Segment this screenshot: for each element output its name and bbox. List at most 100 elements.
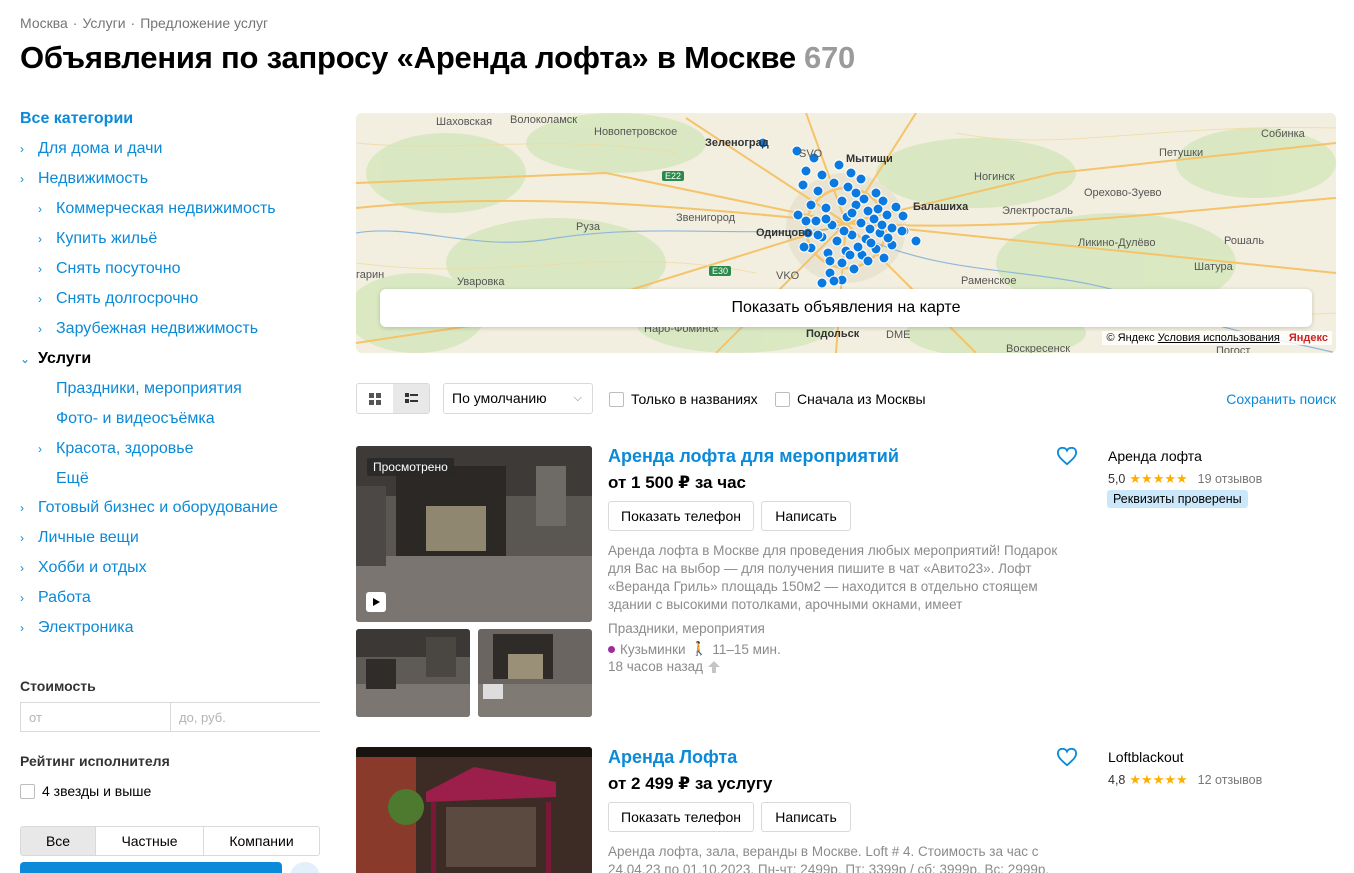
price-filter-label: Стоимость xyxy=(20,678,96,694)
write-button[interactable]: Написать xyxy=(761,802,851,832)
chevron-down-icon: ⌵ xyxy=(573,392,582,404)
grid-icon xyxy=(369,392,381,405)
breadcrumb-moscow[interactable]: Москва xyxy=(20,15,68,31)
favorite-heart-icon[interactable] xyxy=(1056,747,1078,772)
walk-icon: 🚶 xyxy=(690,641,708,656)
listing-title[interactable]: Аренда Лофта xyxy=(608,747,737,768)
breadcrumb-offers[interactable]: Предложение услуг xyxy=(140,15,268,31)
chevron-right-icon: › xyxy=(38,262,42,276)
sort-select[interactable]: По умолчанию ⌵ xyxy=(443,383,593,414)
seller-type-companies[interactable]: Компании xyxy=(204,827,319,855)
map-label: Звенигород xyxy=(676,212,736,224)
map-label: Одинцово xyxy=(756,227,812,239)
sidebar-item-electronics[interactable]: › Электроника xyxy=(20,619,134,637)
seller-type-switch: Все Частные Компании xyxy=(20,826,320,856)
map-label: Рошаль xyxy=(1224,235,1265,247)
seller-type-all[interactable]: Все xyxy=(21,827,96,855)
sidebar-item-buy[interactable]: › Купить жильё xyxy=(38,230,157,248)
map-label: Руза xyxy=(576,221,600,233)
sidebar-item-abroad[interactable]: › Зарубежная недвижимость xyxy=(38,320,258,338)
sidebar-all-categories[interactable]: Все категории xyxy=(20,110,133,128)
listing-description: Аренда лофта в Москве для проведения люб… xyxy=(608,543,1058,612)
listing-price: от 2 499 ₽ за услугу xyxy=(608,774,773,793)
listing-title[interactable]: Аренда лофта для мероприятий xyxy=(608,446,899,467)
seller-name[interactable]: Loftblackout xyxy=(1108,749,1184,765)
chevron-right-icon: › xyxy=(20,591,24,605)
chevron-right-icon: › xyxy=(20,561,24,575)
map-label: DME xyxy=(886,329,911,341)
breadcrumb: Москва · Услуги · Предложение услуг xyxy=(20,15,268,31)
seller-type-private[interactable]: Частные xyxy=(96,827,204,855)
rating-4-plus-checkbox[interactable]: 4 звезды и выше xyxy=(20,783,151,799)
sidebar-item-beauty[interactable]: › Красота, здоровье xyxy=(38,440,194,458)
map-label: Шатура xyxy=(1194,261,1233,273)
listing-photo[interactable]: Просмотрено xyxy=(356,446,592,622)
save-search-link[interactable]: Сохранить поиск xyxy=(1226,391,1336,407)
listing-photo-image xyxy=(356,747,592,873)
moscow-first-checkbox[interactable]: Сначала из Москвы xyxy=(775,391,926,407)
sidebar-item-daily[interactable]: › Снять посуточно xyxy=(38,260,181,278)
sidebar-item-more[interactable]: Ещё xyxy=(56,470,89,488)
listing-category: Праздники, мероприятия xyxy=(608,621,765,636)
reviews-link[interactable]: 12 отзывов xyxy=(1198,773,1263,787)
road-badge: E22 xyxy=(662,171,685,181)
sidebar-item-home[interactable]: › Для дома и дачи xyxy=(20,140,162,158)
checkbox[interactable] xyxy=(20,783,35,799)
only-titles-checkbox[interactable]: Только в названиях xyxy=(609,391,758,407)
sidebar-item-services[interactable]: ⌄ Услуги xyxy=(20,350,91,368)
show-results-button[interactable] xyxy=(20,862,282,873)
list-view-button[interactable] xyxy=(393,384,429,413)
show-phone-button[interactable]: Показать телефон xyxy=(608,501,754,531)
checkbox[interactable] xyxy=(775,391,790,407)
sidebar-item-realty[interactable]: › Недвижимость xyxy=(20,170,148,188)
reviews-link[interactable]: 19 отзывов xyxy=(1198,472,1263,486)
chevron-right-icon: › xyxy=(38,322,42,336)
price-to-input[interactable] xyxy=(171,703,321,731)
star-icon: ★★★★★ xyxy=(1129,772,1188,787)
grid-view-button[interactable] xyxy=(357,384,393,413)
sidebar-item-commercial[interactable]: › Коммерческая недвижимость xyxy=(38,200,276,218)
show-on-map-button[interactable]: Показать объявления на карте xyxy=(380,289,1312,327)
listing-price: от 1 500 ₽ за час xyxy=(608,473,747,492)
map-label: VKO xyxy=(776,270,800,282)
map-label: Ногинск xyxy=(974,171,1015,183)
chevron-right-icon: › xyxy=(20,621,24,635)
play-icon[interactable] xyxy=(366,592,386,612)
price-range xyxy=(20,702,321,732)
map-terms-link[interactable]: Условия использования xyxy=(1158,332,1280,344)
sidebar-item-events[interactable]: Праздники, мероприятия xyxy=(56,380,242,398)
map-label: Волоколамск xyxy=(510,114,578,126)
sidebar-item-business[interactable]: › Готовый бизнес и оборудование xyxy=(20,499,278,517)
sidebar-item-hobby[interactable]: › Хобби и отдых xyxy=(20,559,147,577)
sidebar-item-photo[interactable]: Фото- и видеосъёмка xyxy=(56,410,215,428)
sidebar-item-longterm[interactable]: › Снять долгосрочно xyxy=(38,290,198,308)
map-label: SVO xyxy=(799,148,823,160)
map-label: Раменское xyxy=(961,275,1017,287)
breadcrumb-services[interactable]: Услуги xyxy=(82,15,125,31)
map[interactable]: Шаховская Волоколамск Новопетровское Зел… xyxy=(356,113,1336,353)
listing-photo[interactable] xyxy=(356,747,592,873)
map-label: Орехово-Зуево xyxy=(1084,187,1162,199)
listing-thumbnail[interactable] xyxy=(356,629,470,717)
price-from-input[interactable] xyxy=(21,703,171,731)
seller-name[interactable]: Аренда лофта xyxy=(1108,448,1202,464)
chevron-right-icon: › xyxy=(20,531,24,545)
map-label: Шаховская xyxy=(436,116,493,128)
chevron-down-icon: ⌄ xyxy=(20,352,31,366)
listing-card: Просмотрено Аренда лофта для мероприятий… xyxy=(356,446,1336,726)
chevron-right-icon: › xyxy=(20,501,24,515)
checkbox[interactable] xyxy=(609,391,624,407)
breadcrumb-separator: · xyxy=(130,15,136,31)
help-button[interactable] xyxy=(290,862,320,873)
chevron-right-icon: › xyxy=(38,232,42,246)
map-label: Петушки xyxy=(1159,147,1204,159)
sidebar-item-jobs[interactable]: › Работа xyxy=(20,589,91,607)
chevron-right-icon: › xyxy=(38,292,42,306)
show-phone-button[interactable]: Показать телефон xyxy=(608,802,754,832)
page-title-text: Объявления по запросу «Аренда лофта» в М… xyxy=(20,40,796,75)
map-label: Зеленоград xyxy=(705,137,769,149)
sidebar-item-personal[interactable]: › Личные вещи xyxy=(20,529,139,547)
listing-thumbnail[interactable] xyxy=(478,629,592,717)
favorite-heart-icon[interactable] xyxy=(1056,446,1078,471)
write-button[interactable]: Написать xyxy=(761,501,851,531)
